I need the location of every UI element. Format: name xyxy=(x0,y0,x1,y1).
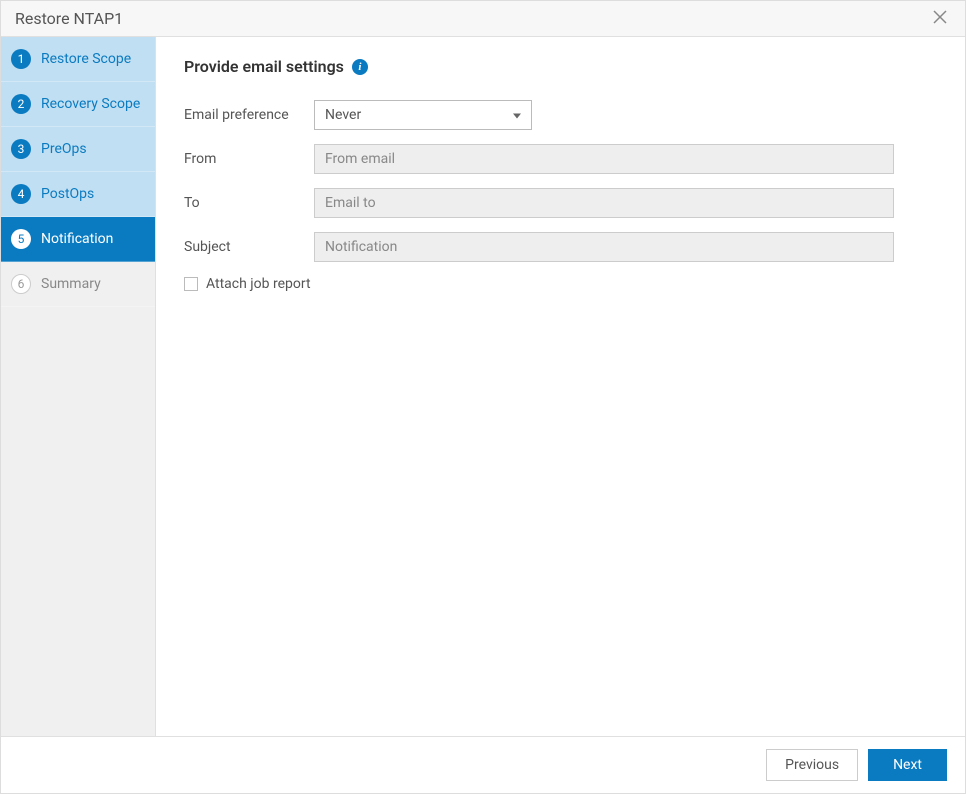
to-label: To xyxy=(184,195,314,211)
step-number: 2 xyxy=(11,94,31,114)
info-icon[interactable]: i xyxy=(352,59,368,75)
email-preference-label: Email preference xyxy=(184,107,314,123)
step-number: 3 xyxy=(11,139,31,159)
page-title: Provide email settings i xyxy=(184,57,937,76)
attach-job-report-checkbox[interactable] xyxy=(184,277,198,291)
wizard-sidebar: 1 Restore Scope 2 Recovery Scope 3 PreOp… xyxy=(1,37,156,736)
step-number: 1 xyxy=(11,49,31,69)
step-postops[interactable]: 4 PostOps xyxy=(1,172,155,217)
close-icon[interactable] xyxy=(929,8,951,30)
step-recovery-scope[interactable]: 2 Recovery Scope xyxy=(1,82,155,127)
step-label: PreOps xyxy=(41,141,87,157)
step-label: Notification xyxy=(41,231,113,247)
previous-button[interactable]: Previous xyxy=(766,749,858,781)
step-label: Recovery Scope xyxy=(41,96,140,112)
step-summary[interactable]: 6 Summary xyxy=(1,262,155,307)
from-input[interactable] xyxy=(314,144,894,174)
subject-label: Subject xyxy=(184,239,314,255)
step-number: 6 xyxy=(11,274,31,294)
attach-job-report-label[interactable]: Attach job report xyxy=(206,276,311,292)
from-label: From xyxy=(184,151,314,167)
step-label: Summary xyxy=(41,276,101,292)
step-restore-scope[interactable]: 1 Restore Scope xyxy=(1,37,155,82)
email-preference-select[interactable]: Never xyxy=(314,100,532,130)
step-number: 4 xyxy=(11,184,31,204)
to-input[interactable] xyxy=(314,188,894,218)
step-label: Restore Scope xyxy=(41,51,131,67)
step-notification[interactable]: 5 Notification xyxy=(1,217,155,262)
step-preops[interactable]: 3 PreOps xyxy=(1,127,155,172)
page-title-text: Provide email settings xyxy=(184,57,344,76)
next-button[interactable]: Next xyxy=(868,749,947,781)
subject-input[interactable] xyxy=(314,232,894,262)
step-label: PostOps xyxy=(41,186,94,202)
select-value: Never xyxy=(325,107,361,123)
dialog-title: Restore NTAP1 xyxy=(15,9,123,28)
step-number: 5 xyxy=(11,229,31,249)
